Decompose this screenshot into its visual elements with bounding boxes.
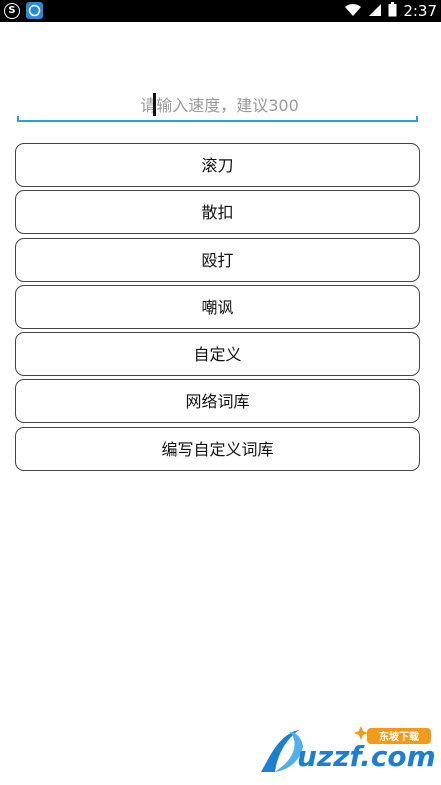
taunt-button[interactable]: 嘲讽 [15,284,420,329]
network-library-button[interactable]: 网络词库 [15,379,420,424]
wifi-icon [344,2,362,21]
signal-icon [368,2,382,21]
hob-knife-button[interactable]: 滚刀 [15,143,420,187]
loose-button[interactable]: 散扣 [15,190,420,235]
speed-input[interactable] [17,90,422,120]
custom-button[interactable]: 自定义 [15,332,420,377]
status-time: 2:37 [403,2,437,20]
edit-custom-library-button[interactable]: 编写自定义词库 [15,426,420,471]
watermark-logo: uzzf.com 东坡下载 [255,722,436,777]
status-bar-left: S [4,2,43,19]
sparkle-icon [354,726,368,740]
battery-icon [388,1,397,21]
app-icon [26,2,43,19]
status-bar-right: 2:37 [344,0,437,22]
action-button-list: 滚刀 散扣 殴打 嘲讽 自定义 网络词库 编写自定义词库 [15,143,420,474]
status-bar: S 2:37 [0,0,441,22]
beat-button[interactable]: 殴打 [15,237,420,282]
watermark-tag: 东坡下载 [379,730,419,743]
text-cursor [153,93,156,116]
sogou-icon: S [4,2,20,19]
watermark-text: uzzf.com [297,740,435,773]
speed-input-container [17,90,422,122]
